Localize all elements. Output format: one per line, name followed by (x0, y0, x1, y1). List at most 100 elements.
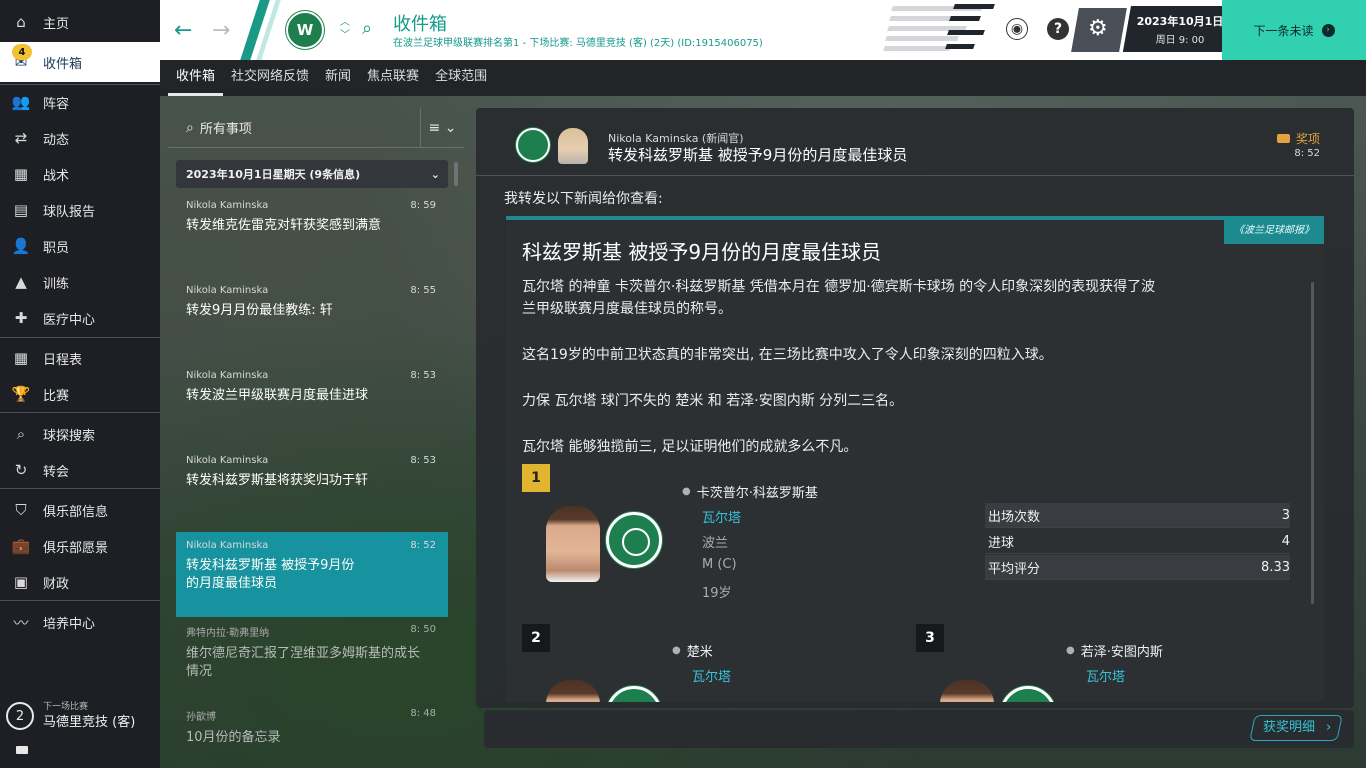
message-sender: 弗特内拉·勒弗里纳 (186, 628, 270, 639)
next-unread-button[interactable]: 下一条未读 › (1222, 0, 1366, 60)
page-subtitle[interactable]: 在波兰足球甲级联赛排名第1 - 下场比赛: 马德里竞技 (客) (2天) (ID… (393, 34, 763, 49)
club-crest-icon[interactable] (606, 512, 662, 568)
up-down-arrows-icon[interactable]: ︿ ﹀ (340, 16, 350, 42)
player-photo[interactable] (546, 680, 600, 702)
gear-icon[interactable]: ⚙ (1088, 16, 1108, 41)
article-paragraph: 力保 瓦尔塔 球门不失的 楚米 和 若泽·安图内斯 分列二三名。 (522, 393, 904, 409)
club-crest-icon[interactable]: W (286, 11, 324, 49)
message-subject: 转发维克佐雷克对轩获奖感到满意 (186, 218, 382, 233)
globe-icon[interactable]: ◉ (1006, 18, 1028, 40)
sidebar-item-label: 球探搜索 (43, 428, 96, 444)
article-paragraph: 瓦尔塔 的神童 卡茨普尔·科兹罗斯基 凭借本月在 德罗加·德宾斯卡球场 的令人印… (522, 279, 1156, 317)
message-sender: Nikola Kaminska (186, 370, 269, 381)
date-group-label: 2023年10月1日星期天 (9条信息) (186, 168, 361, 181)
player-age: 19岁 (702, 586, 732, 601)
message-sender: Nikola Kaminska (186, 285, 269, 296)
forward-arrow-icon[interactable]: → (212, 18, 230, 43)
help-icon[interactable]: ? (1047, 18, 1069, 40)
tab-social-feedback[interactable]: 社交网络反馈 (223, 60, 317, 96)
sidebar-item-club-vision[interactable]: 💼 俱乐部愿景 (0, 528, 160, 564)
tab-news[interactable]: 新闻 (317, 60, 359, 96)
sidebar-item-transfers[interactable]: ↻ 转会 (0, 452, 160, 488)
sidebar-item-dynamics[interactable]: ⇄ 动态 (0, 120, 160, 156)
top-bar: ← → W ︿ ﹀ ⌕ 收件箱 在波兰足球甲级联赛排名第1 - 下场比赛: 马德里… (160, 0, 1366, 60)
stat-row: 出场次数 3 (985, 503, 1290, 528)
sidebar-item-label: 转会 (43, 464, 70, 480)
sidebar-item-label: 收件箱 (43, 56, 83, 72)
decor-stripes (882, 0, 1022, 60)
search-icon[interactable]: ⌕ (362, 18, 372, 39)
money-icon: ▣ (13, 573, 29, 591)
filter-search[interactable]: ⌕ 所有事项 ≡ ⌄ (168, 108, 464, 148)
award-details-button[interactable]: 获奖明细 › (1249, 715, 1343, 741)
sidebar-item-label: 球队报告 (43, 204, 96, 220)
news-source[interactable]: 《波兰足球邮报》 (1224, 220, 1324, 244)
message-sender: Nikola Kaminska (186, 455, 269, 466)
sidebar-item-label: 职员 (43, 240, 70, 256)
sidebar-item-label: 俱乐部信息 (43, 504, 109, 520)
scrollbar[interactable] (1311, 282, 1314, 604)
list-menu-icon[interactable]: ≡ ⌄ (420, 108, 464, 148)
sidebar-item-home[interactable]: ⌂ 主页 (0, 4, 160, 40)
player-club-link[interactable]: 瓦尔塔 (702, 507, 741, 526)
message-item[interactable]: Nikola Kaminska 8: 53 转发科兹罗斯基将获奖归功于轩 (176, 447, 448, 532)
sidebar-item-label: 医疗中心 (43, 312, 96, 328)
sidebar-item-squad[interactable]: 👥 阵容 (0, 84, 160, 120)
report-icon: ▤ (13, 201, 29, 219)
next-unread-label: 下一条未读 (1253, 23, 1314, 38)
sidebar-item-label: 比赛 (43, 388, 70, 404)
card-icon[interactable] (16, 746, 28, 754)
sidebar-item-medical[interactable]: ✚ 医疗中心 (0, 300, 160, 336)
sidebar-item-staff[interactable]: 👤 职员 (0, 228, 160, 264)
staff-icon: 👤 (11, 237, 31, 255)
sidebar-item-tactics[interactable]: ▦ 战术 (0, 156, 160, 192)
back-arrow-icon[interactable]: ← (174, 18, 192, 43)
sidebar-item-schedule[interactable]: ▦ 日程表 (0, 340, 160, 376)
sidebar-item-development[interactable]: 〰 培养中心 (0, 604, 160, 640)
message-item[interactable]: Nikola Kaminska 8: 59 转发维克佐雷克对轩获奖感到满意 (176, 192, 448, 277)
message-item[interactable]: 孙歆博 8: 48 10月份的备忘录 (176, 700, 448, 760)
message-subject: 转发科兹罗斯基 被授予9月份的月度最佳球员 (186, 558, 355, 591)
tab-inbox[interactable]: 收件箱 (168, 60, 224, 96)
sidebar-item-label: 财政 (43, 576, 70, 592)
next-match-widget[interactable]: 2 下一场比赛 马德里竞技 (客) (0, 695, 160, 739)
tab-global[interactable]: 全球范围 (427, 60, 495, 96)
player-club-link[interactable]: 瓦尔塔 (1086, 666, 1125, 685)
stat-value: 4 (1281, 533, 1290, 549)
date-group-header[interactable]: 2023年10月1日星期天 (9条信息) ⌄ (176, 160, 448, 188)
sidebar-item-club-info[interactable]: ⛉ 俱乐部信息 (0, 492, 160, 528)
briefcase-icon: 💼 (11, 537, 31, 555)
message-subject: 维尔德尼奇汇报了涅维亚多姆斯基的成长情况 (186, 646, 421, 679)
avatar[interactable] (558, 128, 588, 164)
player-photo[interactable] (546, 506, 600, 582)
message-item[interactable]: 弗特内拉·勒弗里纳 8: 50 维尔德尼奇汇报了涅维亚多姆斯基的成长情况 (176, 616, 448, 701)
divider (0, 412, 160, 413)
player-club-link[interactable]: 瓦尔塔 (692, 666, 731, 685)
sidebar-item-finances[interactable]: ▣ 财政 (0, 564, 160, 600)
trophy-icon: 🏆 (11, 385, 31, 403)
tactics-icon: ▦ (13, 165, 29, 183)
shield-icon: ⛉ (15, 501, 27, 519)
message-item[interactable]: Nikola Kaminska 8: 53 转发波兰甲级联赛月度最佳进球 (176, 362, 448, 447)
sidebar-item-team-report[interactable]: ▤ 球队报告 (0, 192, 160, 228)
tab-focus-league[interactable]: 焦点联赛 (359, 60, 427, 96)
message-time: 8: 52 (410, 540, 436, 551)
message-time: 8: 52 (1294, 148, 1320, 159)
player-name[interactable]: ● 卡茨普尔·科兹罗斯基 (682, 482, 818, 501)
sidebar-item-inbox[interactable]: ✉ 4 收件箱 (0, 42, 160, 82)
player-name[interactable]: ● 若泽·安图内斯 (1066, 641, 1163, 660)
sidebar-item-label: 日程表 (43, 352, 83, 368)
message-item[interactable]: Nikola Kaminska 8: 55 转发9月月份最佳教练: 轩 (176, 277, 448, 362)
unread-badge: 4 (12, 44, 32, 60)
sidebar-item-label: 动态 (43, 132, 70, 148)
sidebar-item-training[interactable]: ▲ 训练 (0, 264, 160, 300)
club-crest-icon[interactable] (1000, 686, 1056, 702)
message-item-selected[interactable]: Nikola Kaminska 8: 52 转发科兹罗斯基 被授予9月份的月度最… (176, 532, 448, 617)
player-photo[interactable] (940, 680, 994, 702)
stat-label: 平均评分 (988, 561, 1041, 577)
club-crest-icon[interactable] (606, 686, 662, 702)
sidebar-item-scouting[interactable]: ⌕ 球探搜索 (0, 416, 160, 452)
player-name[interactable]: ● 楚米 (672, 641, 713, 660)
sidebar-item-competitions[interactable]: 🏆 比赛 (0, 376, 160, 412)
scrollbar[interactable] (454, 162, 458, 186)
